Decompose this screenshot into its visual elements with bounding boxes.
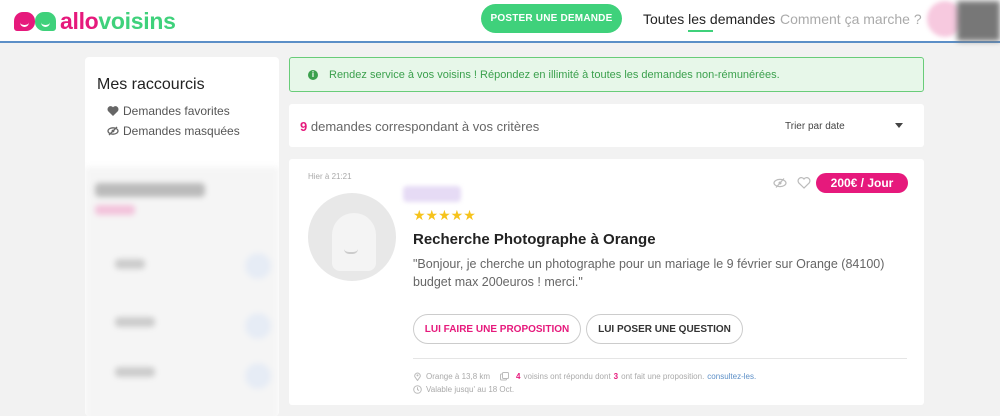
- sidebar-item-hidden[interactable]: Demandes masquées: [107, 124, 240, 138]
- blurred-sidebar-content: [85, 167, 279, 416]
- sidebar-title: Mes raccourcis: [97, 76, 205, 93]
- results-count: 9 demandes correspondant à vos critères: [300, 119, 539, 134]
- location-text: Orange à 13,8 km: [426, 372, 491, 381]
- chevron-down-icon[interactable]: [895, 123, 903, 128]
- eye-slash-icon: [107, 126, 119, 136]
- responses-icon: [500, 372, 510, 381]
- sidebar-item-favorites[interactable]: Demandes favorites: [107, 104, 230, 118]
- rating-stars: ★★★★★: [413, 207, 476, 223]
- card-meta-line-1: Orange à 13,8 km 4 voisins ont répondu d…: [413, 372, 756, 381]
- validity-text: Valable jusqu' au 18 Oct.: [426, 385, 515, 394]
- nav-active-indicator: [688, 30, 713, 32]
- responses-count: 4: [516, 372, 521, 381]
- eye-slash-icon[interactable]: [773, 178, 787, 188]
- info-banner: i Rendez service à vos voisins ! Réponde…: [289, 57, 924, 92]
- requester-name-blurred[interactable]: [403, 186, 461, 202]
- location-pin-icon: [414, 372, 421, 381]
- nav-how-it-works[interactable]: Comment ça marche ?: [780, 11, 922, 27]
- results-count-number: 9: [300, 119, 308, 134]
- clock-icon: [413, 385, 422, 394]
- logo-text: allovoisins: [60, 8, 176, 35]
- banner-text: Rendez service à vos voisins ! Répondez …: [329, 68, 780, 81]
- request-description: "Bonjour, je cherche un photographe pour…: [413, 257, 885, 289]
- request-title[interactable]: Recherche Photographe à Orange: [413, 231, 656, 248]
- price-badge: 200€ / Jour: [816, 173, 908, 193]
- responses-text: voisins ont répondu dont: [523, 372, 611, 381]
- logo-text-voisins: voisins: [98, 8, 176, 34]
- post-request-button[interactable]: POSTER UNE DEMANDE: [481, 4, 622, 33]
- heart-outline-icon[interactable]: [797, 177, 811, 189]
- posted-date: Hier à 21:21: [308, 172, 352, 181]
- make-proposal-button[interactable]: LUI FAIRE UNE PROPOSITION: [413, 314, 581, 344]
- results-filter-bar: 9 demandes correspondant à vos critères …: [289, 104, 924, 147]
- top-header: allovoisins POSTER UNE DEMANDE Toutes le…: [0, 0, 1000, 43]
- consult-responses-link[interactable]: consultez-les.: [707, 372, 756, 381]
- sort-select[interactable]: Trier par date: [785, 121, 845, 132]
- sidebar-item-label: Demandes masquées: [123, 124, 240, 138]
- sidebar-shortcuts: Mes raccourcis Demandes favorites Demand…: [85, 57, 279, 416]
- heart-icon: [107, 106, 119, 116]
- request-card[interactable]: Hier à 21:21 ★★★★★ Recherche Photographe…: [289, 159, 924, 405]
- logo-bubbles-icon: [14, 10, 58, 34]
- nav-all-requests[interactable]: Toutes les demandes: [643, 11, 775, 27]
- logo-text-allo: allo: [60, 8, 99, 34]
- requester-avatar[interactable]: [308, 193, 396, 281]
- allovoisins-logo[interactable]: allovoisins: [14, 8, 176, 35]
- card-meta-line-2: Valable jusqu' au 18 Oct.: [413, 385, 514, 394]
- card-divider: [413, 358, 907, 359]
- user-avatar[interactable]: [957, 1, 1000, 41]
- results-count-text: demandes correspondant à vos critères: [310, 119, 540, 134]
- proposals-text: ont fait une proposition.: [621, 372, 705, 381]
- ask-question-button[interactable]: LUI POSER UNE QUESTION: [586, 314, 743, 344]
- proposals-count: 3: [613, 372, 619, 381]
- info-icon: i: [308, 69, 318, 80]
- sidebar-item-label: Demandes favorites: [123, 104, 230, 118]
